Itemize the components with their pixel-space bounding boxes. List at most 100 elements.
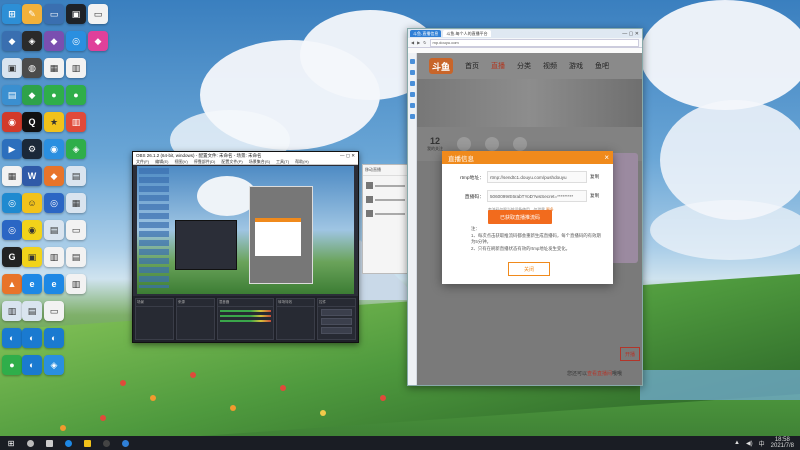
address-bar[interactable]: mp.douyu.com	[429, 38, 639, 47]
nav-item[interactable]: 游戏	[569, 61, 583, 71]
app-icon[interactable]: ▭	[66, 220, 86, 240]
app-icon[interactable]: ◆	[2, 31, 22, 51]
app-icon[interactable]: ▥	[66, 58, 86, 78]
app-icon[interactable]: ▥	[44, 247, 64, 267]
app-icon[interactable]: ✎	[22, 4, 42, 24]
app-icon[interactable]: G	[2, 247, 22, 267]
app-icon[interactable]: ●	[66, 85, 86, 105]
app-icon[interactable]: ▲	[2, 274, 22, 294]
obs-menu-item[interactable]: 帮助(H)	[295, 159, 309, 164]
app-icon[interactable]: ▭	[88, 4, 108, 24]
dock-mixer[interactable]: 混音器	[216, 298, 275, 340]
obs-menu-item[interactable]: 配置文件(P)	[221, 159, 242, 164]
start-button[interactable]: ⊞	[3, 437, 19, 449]
nav-item[interactable]: 首页	[465, 61, 479, 71]
app-icon[interactable]: ▭	[44, 301, 64, 321]
volume-icon[interactable]: ◀)	[746, 440, 753, 447]
app-icon[interactable]: Q	[22, 112, 42, 132]
taskbar-app[interactable]	[98, 437, 114, 449]
app-icon[interactable]: ▤	[22, 301, 42, 321]
app-icon[interactable]: ◈	[22, 31, 42, 51]
nav-item[interactable]: 分类	[517, 61, 531, 71]
sidebar-icon[interactable]	[409, 59, 415, 64]
taskbar-app[interactable]	[41, 437, 57, 449]
app-icon[interactable]: ●	[2, 355, 22, 375]
list-item[interactable]	[366, 209, 405, 218]
app-icon[interactable]: ▣	[66, 4, 86, 24]
app-icon[interactable]: ▤	[2, 85, 22, 105]
app-icon[interactable]: ◉	[22, 220, 42, 240]
list-item[interactable]	[366, 181, 405, 190]
back-icon[interactable]: ◀	[411, 40, 414, 45]
app-icon[interactable]: ◆	[22, 85, 42, 105]
dock-sources[interactable]: 来源	[175, 298, 215, 340]
app-icon[interactable]: ◎	[44, 193, 64, 213]
app-icon[interactable]: ●	[44, 85, 64, 105]
sidebar-icon[interactable]	[409, 81, 415, 86]
start-streaming-button[interactable]	[321, 309, 352, 316]
stat-block[interactable]: 12 我的关注	[427, 136, 443, 152]
copy-rtmp-button[interactable]: 复制	[587, 174, 599, 180]
stream-code-field[interactable]: 5060099rE6rabTYoD?wsSecret=*********	[487, 190, 587, 202]
app-icon[interactable]: ▥	[66, 112, 86, 132]
app-icon[interactable]: ▦	[44, 58, 64, 78]
menu-circle-icon[interactable]	[485, 137, 499, 151]
sidebar-icon[interactable]	[409, 103, 415, 108]
menu-circle-icon[interactable]	[513, 137, 527, 151]
nav-item[interactable]: 视频	[543, 61, 557, 71]
app-icon[interactable]: W	[22, 166, 42, 186]
browser-tab[interactable]: 斗鱼-每个人的直播平台	[443, 30, 491, 37]
app-icon[interactable]: ◆	[88, 31, 108, 51]
app-icon[interactable]: ⊞	[2, 4, 22, 24]
sidebar-icon[interactable]	[409, 92, 415, 97]
window-controls[interactable]: — ▢ ✕	[340, 153, 358, 159]
app-icon[interactable]: ◐	[44, 328, 64, 348]
obs-menu-item[interactable]: 停靠部件(D)	[194, 159, 216, 164]
forward-icon[interactable]: ▶	[417, 40, 420, 45]
app-icon[interactable]: ◉	[2, 112, 22, 132]
settings-button[interactable]	[321, 327, 352, 334]
app-icon[interactable]: ▦	[66, 193, 86, 213]
app-icon[interactable]: ⚙	[22, 139, 42, 159]
sidebar-icon[interactable]	[409, 70, 415, 75]
obs-menu-item[interactable]: 视图(V)	[174, 159, 187, 164]
refresh-icon[interactable]: ↻	[423, 40, 426, 45]
app-icon[interactable]: ◎	[2, 193, 22, 213]
app-icon[interactable]: ▤	[66, 247, 86, 267]
app-icon[interactable]: ▣	[22, 247, 42, 267]
app-icon[interactable]: ◍	[22, 58, 42, 78]
app-icon[interactable]: ▭	[44, 4, 64, 24]
start-live-button[interactable]: 开播	[620, 347, 640, 361]
window-controls[interactable]: — ▢ ✕	[622, 31, 642, 37]
app-icon[interactable]: ◆	[44, 31, 64, 51]
app-icon[interactable]: e	[44, 274, 64, 294]
app-icon[interactable]: ◆	[44, 166, 64, 186]
get-stream-code-button[interactable]: 已获取直播推流码	[488, 210, 552, 224]
app-icon[interactable]: ◎	[66, 31, 86, 51]
close-icon[interactable]: ×	[604, 153, 609, 162]
nav-item[interactable]: 鱼吧	[595, 61, 609, 71]
app-icon[interactable]: ◐	[2, 328, 22, 348]
app-icon[interactable]: ▤	[44, 220, 64, 240]
start-recording-button[interactable]	[321, 318, 352, 325]
close-button[interactable]: 关闭	[508, 262, 550, 276]
app-icon[interactable]: ☺	[22, 193, 42, 213]
dock-scenes[interactable]: 场景	[135, 298, 174, 340]
app-icon[interactable]: ▤	[66, 166, 86, 186]
app-icon[interactable]: e	[22, 274, 42, 294]
site-logo[interactable]: 斗鱼	[429, 58, 453, 74]
taskbar-app[interactable]	[60, 437, 76, 449]
taskbar-app[interactable]	[22, 437, 38, 449]
dock-controls[interactable]: 控件	[317, 298, 356, 340]
app-icon[interactable]: ◈	[66, 139, 86, 159]
browser-tab[interactable]: 斗鱼-直播信息	[410, 30, 442, 37]
obs-preview-canvas[interactable]	[137, 166, 354, 294]
obs-menu-item[interactable]: 编辑(E)	[155, 159, 168, 164]
sidebar-icon[interactable]	[409, 114, 415, 119]
dock-transitions[interactable]: 转场特效	[276, 298, 316, 340]
obs-menu-item[interactable]: 场景集合(S)	[249, 159, 270, 164]
menu-circle-icon[interactable]	[457, 137, 471, 151]
copy-code-button[interactable]: 复制	[587, 193, 599, 199]
app-icon[interactable]: ◉	[44, 139, 64, 159]
app-icon[interactable]: ▣	[2, 58, 22, 78]
